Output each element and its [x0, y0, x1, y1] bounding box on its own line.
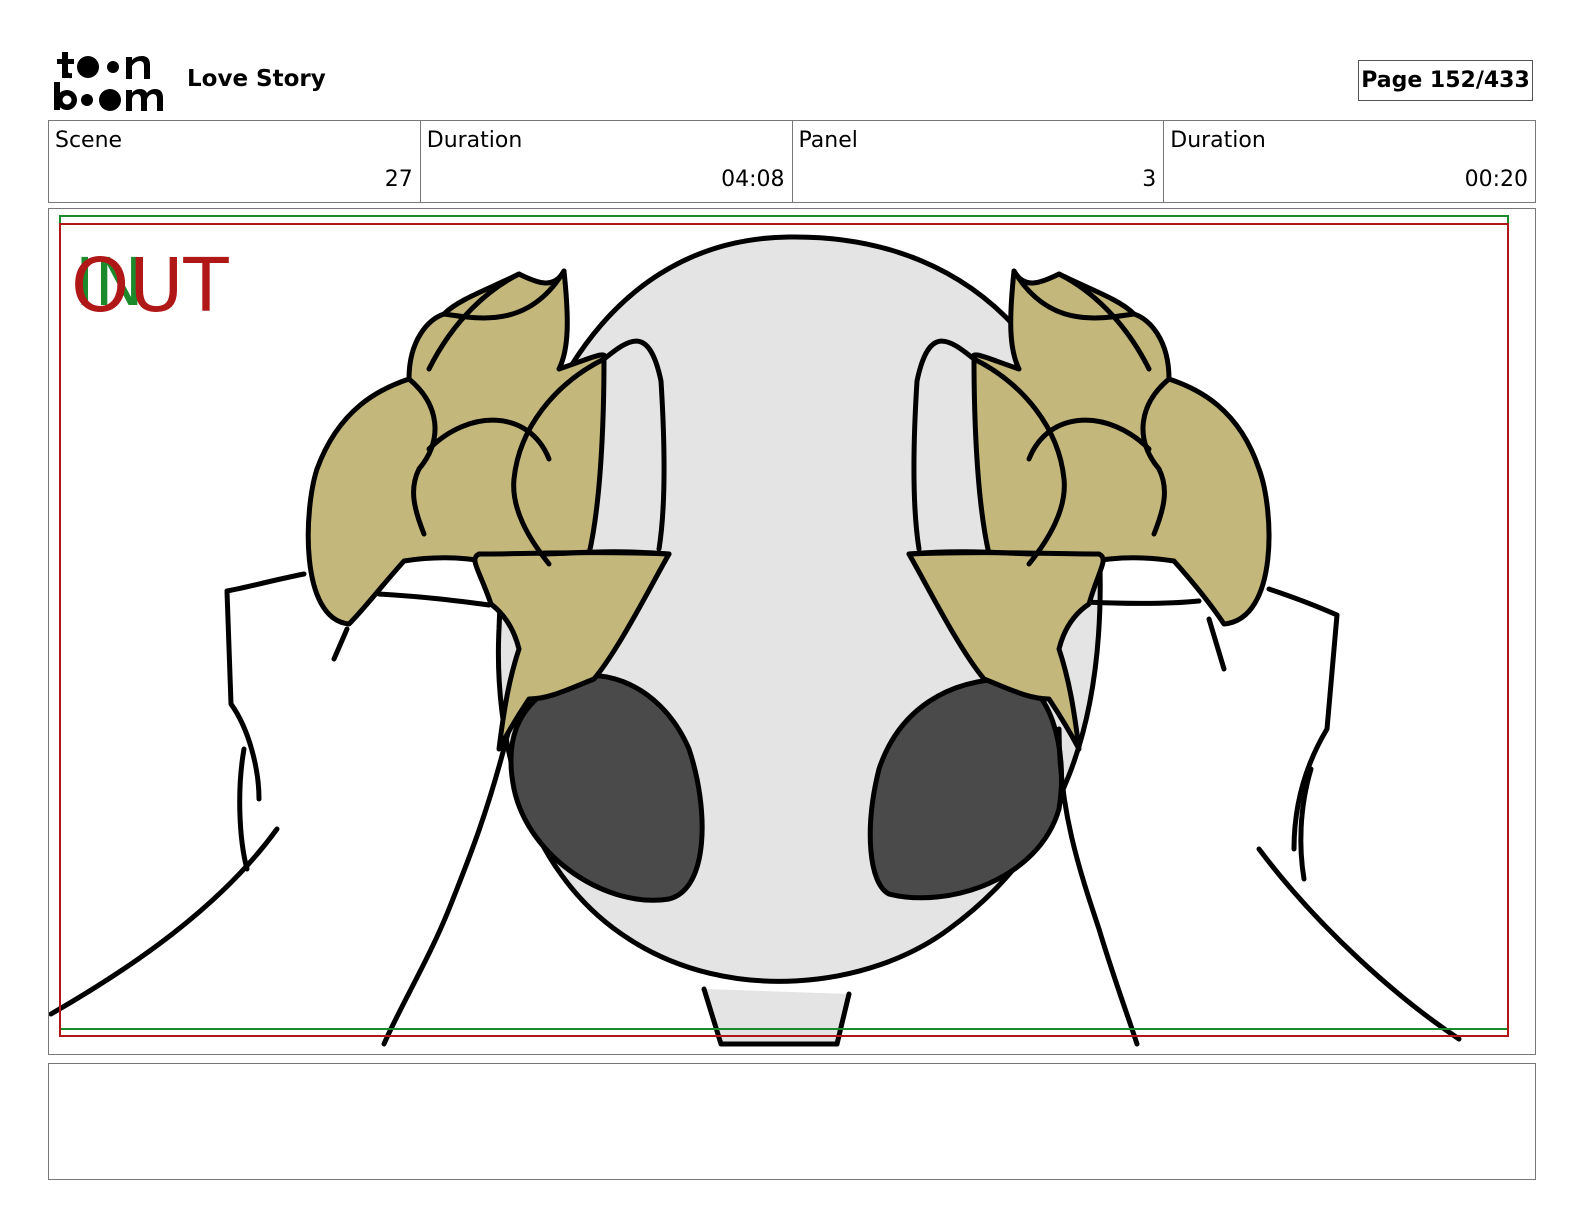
project-title: Love Story: [187, 66, 326, 92]
page-number: Page 152/433: [1358, 60, 1533, 101]
storyboard-panel: IN OUT: [48, 208, 1536, 1055]
scene-duration-cell: Duration 04:08: [421, 121, 793, 202]
scene-value: 27: [384, 167, 413, 192]
out-label: OUT: [71, 243, 229, 329]
panel-cell: Panel 3: [793, 121, 1165, 202]
panel-notes-box: [48, 1063, 1536, 1180]
scene-label: Scene: [55, 128, 123, 153]
panel-info-row: Scene 27 Duration 04:08 Panel 3 Duration…: [48, 120, 1536, 203]
panel-label: Panel: [798, 128, 858, 153]
scene-duration-label: Duration: [426, 128, 523, 153]
scene-cell: Scene 27: [49, 121, 421, 202]
scene-duration-value: 04:08: [721, 167, 785, 192]
panel-value: 3: [1142, 167, 1157, 192]
toonboom-logo: [52, 50, 164, 112]
panel-duration-cell: Duration 00:20: [1164, 121, 1535, 202]
panel-duration-label: Duration: [1170, 128, 1266, 153]
storyboard-drawing: IN OUT: [49, 215, 1509, 1047]
panel-duration-value: 00:20: [1464, 167, 1528, 192]
